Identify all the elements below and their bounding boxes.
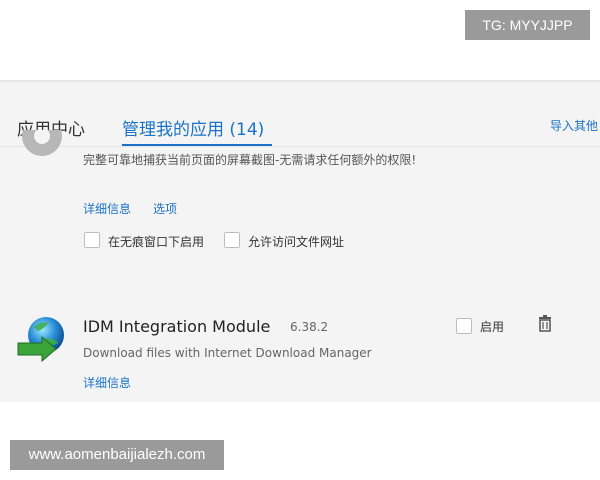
extension-name: IDM Integration Module	[83, 317, 271, 336]
screenshot-extension-icon	[18, 130, 66, 160]
file-url-label: 允许访问文件网址	[248, 235, 345, 249]
incognito-checkbox[interactable]	[84, 232, 100, 248]
extension-version: 6.38.2	[290, 320, 329, 334]
details-link[interactable]: 详细信息	[83, 200, 131, 217]
watermark-top: TG: MYYJJPP	[465, 10, 590, 40]
options-link[interactable]: 选项	[153, 200, 177, 217]
trash-icon[interactable]	[536, 314, 554, 332]
enable-label: 启用	[480, 320, 505, 334]
idm-globe-arrow-icon	[17, 317, 64, 363]
extension-description: 完整可靠地捕获当前页面的屏幕截图-无需请求任何额外的权限!	[83, 153, 417, 167]
details-link[interactable]: 详细信息	[83, 374, 131, 391]
enable-checkbox[interactable]	[456, 318, 472, 334]
tab-manage-my-apps[interactable]: 管理我的应用 (14)	[122, 115, 264, 140]
tabs-divider	[0, 146, 600, 147]
file-url-checkbox[interactable]	[224, 232, 240, 248]
incognito-label: 在无痕窗口下启用	[108, 235, 205, 249]
import-link[interactable]: 导入其他	[550, 117, 600, 134]
extension-description: Download files with Internet Download Ma…	[83, 346, 372, 360]
watermark-bottom: www.aomenbaijialezh.com	[10, 440, 224, 470]
